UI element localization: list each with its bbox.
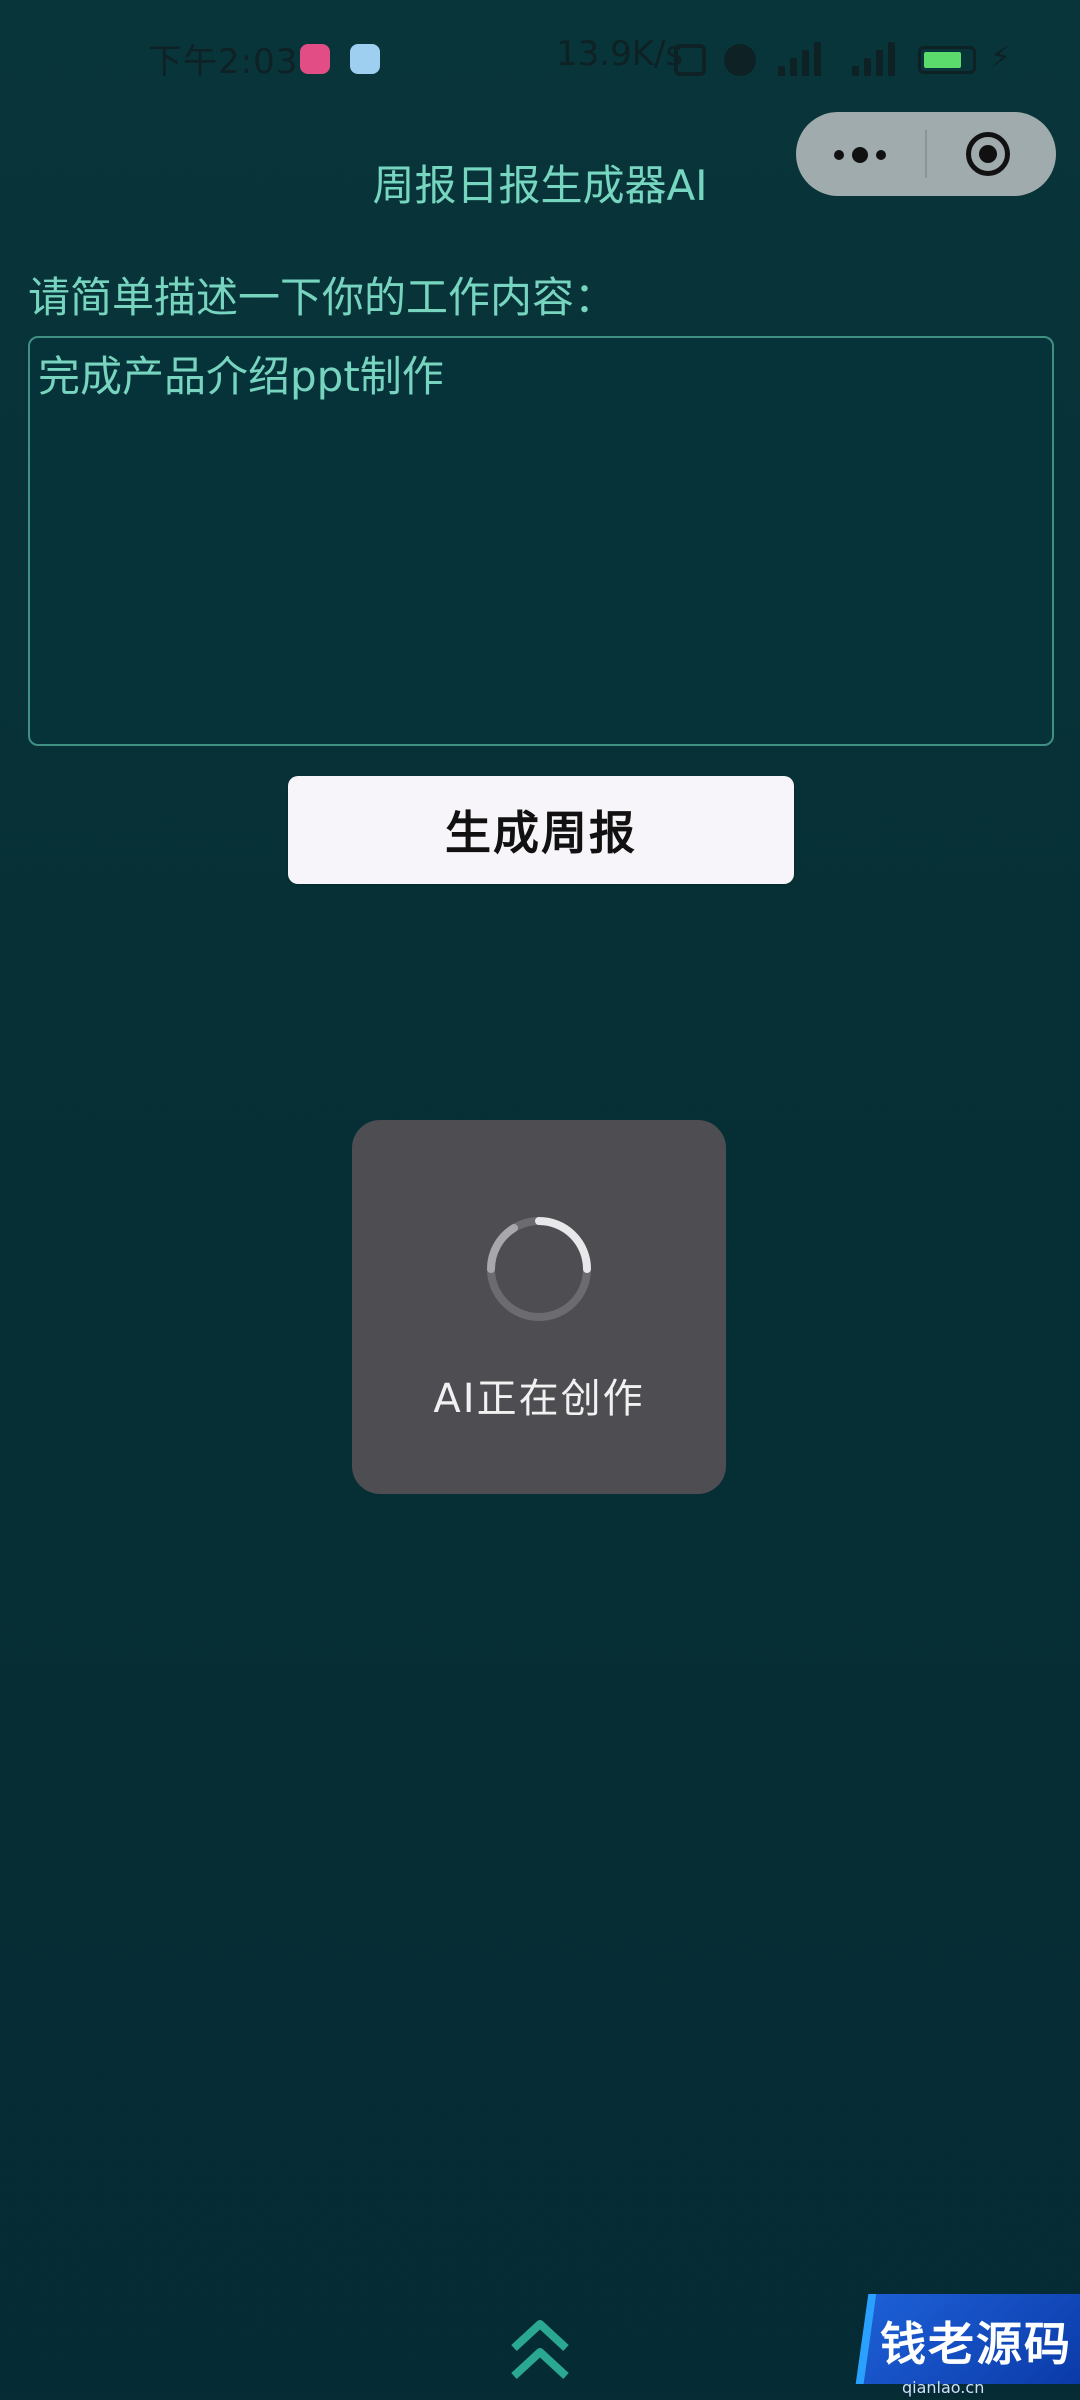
mini-program-capsule bbox=[796, 112, 1056, 196]
app-notification-icon bbox=[300, 44, 330, 74]
more-icon bbox=[834, 150, 844, 160]
battery-icon bbox=[918, 46, 976, 74]
status-time: 下午2:03 bbox=[148, 42, 299, 82]
network-speed: 13.9K/s bbox=[556, 34, 684, 74]
watermark-logo: 钱老源码 qianlao.cn bbox=[855, 2294, 1080, 2397]
loading-toast: AI正在创作 bbox=[352, 1120, 726, 1494]
loading-spinner-icon bbox=[487, 1217, 591, 1321]
status-bar: 下午2:03 13.9K/s ⚡ bbox=[0, 0, 1080, 120]
signal-icon-2 bbox=[848, 42, 900, 76]
watermark-url: qianlao.cn bbox=[902, 2378, 985, 2397]
double-chevron-up-icon[interactable] bbox=[508, 2318, 572, 2382]
loading-text: AI正在创作 bbox=[433, 1376, 645, 1422]
work-description-textarea[interactable]: 完成产品介绍ppt制作 bbox=[28, 336, 1054, 746]
alarm-icon bbox=[724, 44, 756, 76]
charging-icon: ⚡ bbox=[990, 40, 1012, 75]
close-button[interactable] bbox=[926, 112, 1056, 196]
nfc-icon bbox=[674, 44, 706, 76]
prompt-label: 请简单描述一下你的工作内容： bbox=[28, 273, 617, 322]
more-button[interactable] bbox=[796, 112, 926, 196]
signal-icon bbox=[774, 42, 826, 76]
watermark-text: 钱老源码 bbox=[880, 2317, 1072, 2371]
message-notification-icon bbox=[350, 44, 380, 74]
generate-report-button[interactable]: 生成周报 bbox=[288, 776, 794, 884]
